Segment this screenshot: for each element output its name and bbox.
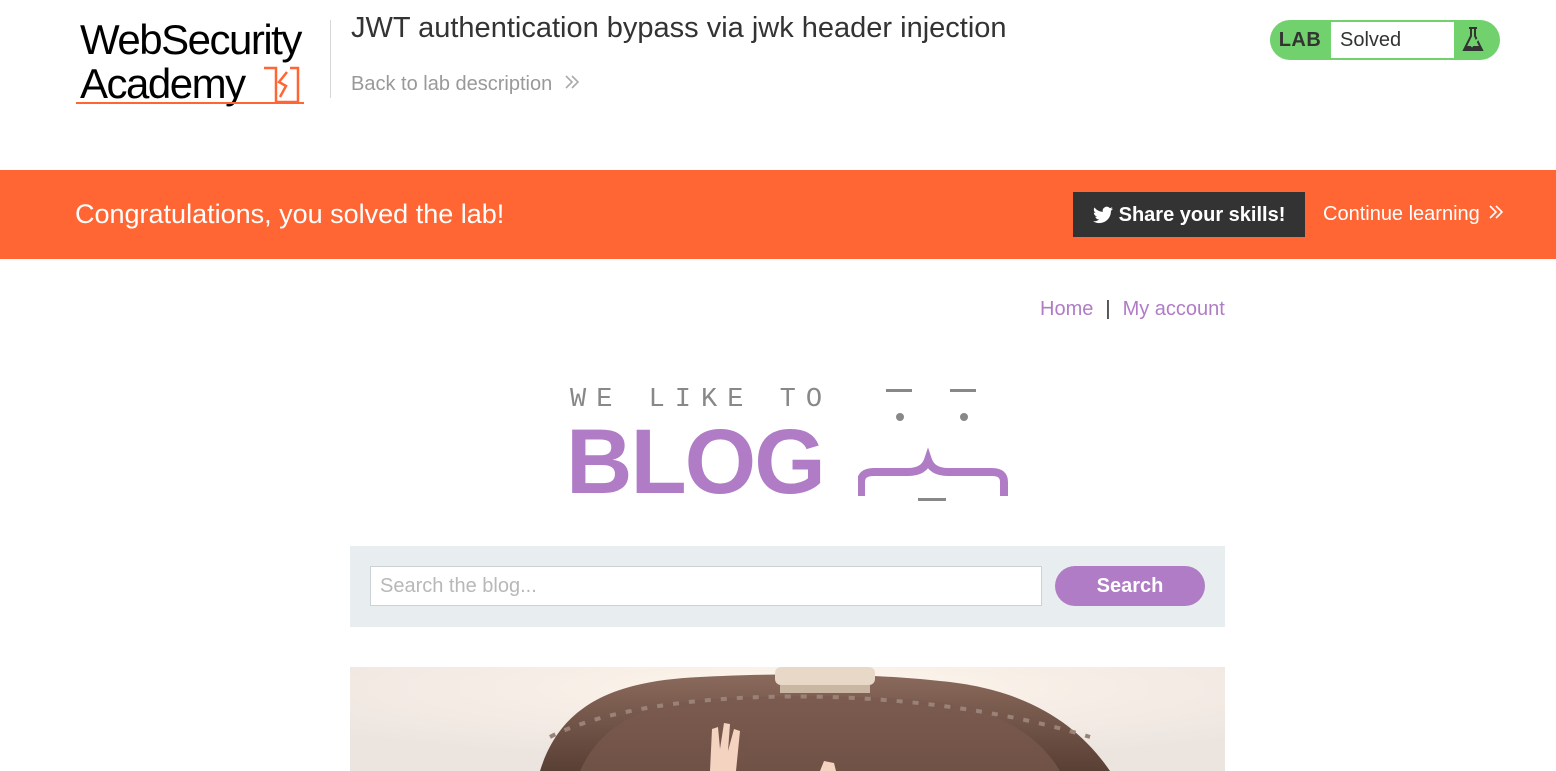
flask-icon	[1462, 27, 1484, 51]
search-input[interactable]	[370, 566, 1042, 606]
top-nav: Home | My account	[1040, 297, 1225, 321]
search-button[interactable]: Search	[1055, 566, 1205, 606]
share-skills-label: Share your skills!	[1118, 204, 1286, 226]
logo-line-2: Academy	[80, 60, 246, 107]
double-chevron-right-icon	[565, 75, 579, 89]
share-skills-button[interactable]: Share your skills!	[1073, 192, 1305, 237]
blog-post-image[interactable]	[350, 667, 1225, 771]
web-security-academy-logo[interactable]: WebSecurity Academy	[76, 14, 336, 110]
logo-line-1: WebSecurity	[80, 16, 302, 63]
lab-status-widget: LAB Solved	[1270, 20, 1500, 60]
continue-learning-label: Continue learning	[1323, 203, 1480, 225]
lab-title: JWT authentication bypass via jwk header…	[351, 12, 1007, 44]
double-chevron-right-icon	[1489, 205, 1504, 219]
academy-header: WebSecurity Academy JWT authentication b…	[0, 0, 1556, 170]
nav-home-link[interactable]: Home	[1040, 298, 1093, 320]
back-to-lab-description-link[interactable]: Back to lab description	[351, 72, 580, 96]
lab-status-label: LAB	[1278, 29, 1322, 51]
lightning-bolt-icon	[264, 66, 300, 104]
header-divider	[330, 20, 331, 98]
twitter-icon	[1092, 206, 1113, 224]
smiley-face-icon	[858, 389, 1008, 501]
blog-search-panel: Search	[350, 546, 1225, 627]
lab-solved-banner: Congratulations, you solved the lab! Sha…	[0, 170, 1556, 259]
continue-learning-link[interactable]: Continue learning	[1323, 170, 1504, 259]
blog-title: BLOG	[566, 411, 826, 513]
nav-my-account-link[interactable]: My account	[1123, 298, 1225, 320]
blog-header-logo: WE LIKE TO BLOG	[566, 380, 1016, 510]
hot-air-balloon-photo	[350, 667, 1225, 771]
lab-status-value: Solved	[1331, 22, 1454, 58]
congratulations-message: Congratulations, you solved the lab!	[75, 199, 505, 229]
nav-separator: |	[1105, 298, 1111, 320]
back-link-label: Back to lab description	[351, 73, 553, 95]
